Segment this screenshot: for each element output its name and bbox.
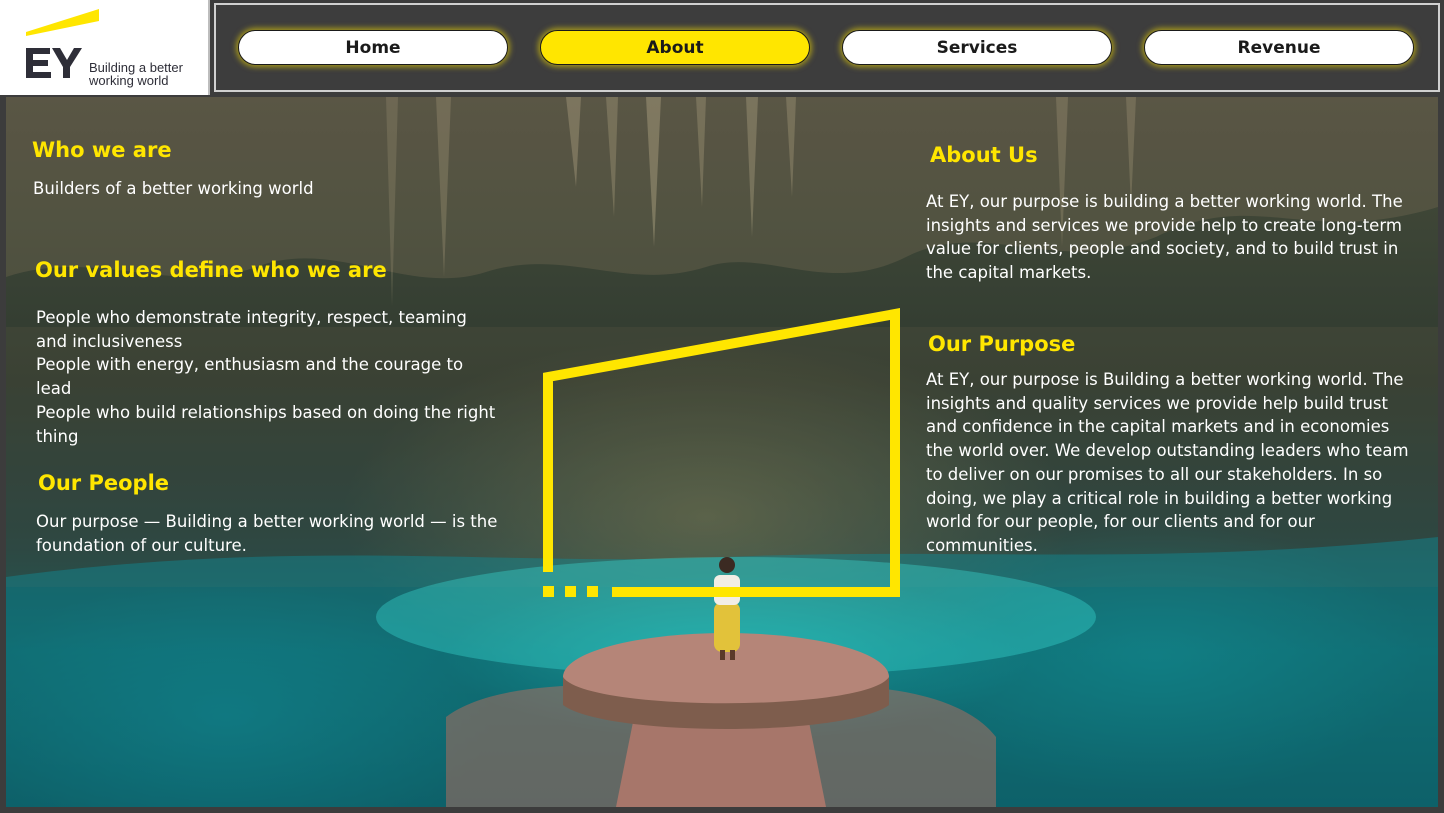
nav-revenue-button[interactable]: Revenue — [1144, 30, 1414, 65]
about-us-heading: About Us — [930, 143, 1038, 167]
values-item: People with energy, enthusiasm and the c… — [36, 355, 464, 399]
values-heading: Our values define who we are — [35, 258, 387, 282]
who-we-are-heading: Who we are — [32, 138, 172, 162]
ey-beam-icon — [26, 9, 99, 36]
page-frame: Building a better working world Home Abo… — [0, 0, 1444, 813]
nav-about-button[interactable]: About — [540, 30, 810, 65]
our-people-text: Our purpose — Building a better working … — [36, 512, 498, 555]
about-content: Who we are Builders of a better working … — [6, 97, 1438, 807]
about-us-text: At EY, our purpose is building a better … — [926, 192, 1403, 283]
who-we-are-text: Builders of a better working world — [33, 179, 314, 198]
our-people-heading: Our People — [38, 471, 170, 495]
nav-services-button[interactable]: Services — [842, 30, 1112, 65]
values-item: People who build relationships based on … — [36, 402, 496, 446]
ey-logo[interactable]: Building a better working world — [0, 0, 210, 95]
our-purpose-heading: Our Purpose — [928, 332, 1076, 356]
logo-tagline-line2: working world — [89, 73, 169, 88]
top-nav-bar: Home About Services Revenue — [214, 3, 1440, 92]
logo-tagline: Building a better working world — [89, 61, 183, 87]
values-item: People who demonstrate integrity, respec… — [36, 308, 467, 351]
our-purpose-text: At EY, our purpose is Building a better … — [926, 370, 1409, 555]
values-list: People who demonstrate integrity, respec… — [36, 306, 496, 448]
cave-background-image: Who we are Builders of a better working … — [6, 97, 1438, 807]
nav-home-button[interactable]: Home — [238, 30, 508, 65]
